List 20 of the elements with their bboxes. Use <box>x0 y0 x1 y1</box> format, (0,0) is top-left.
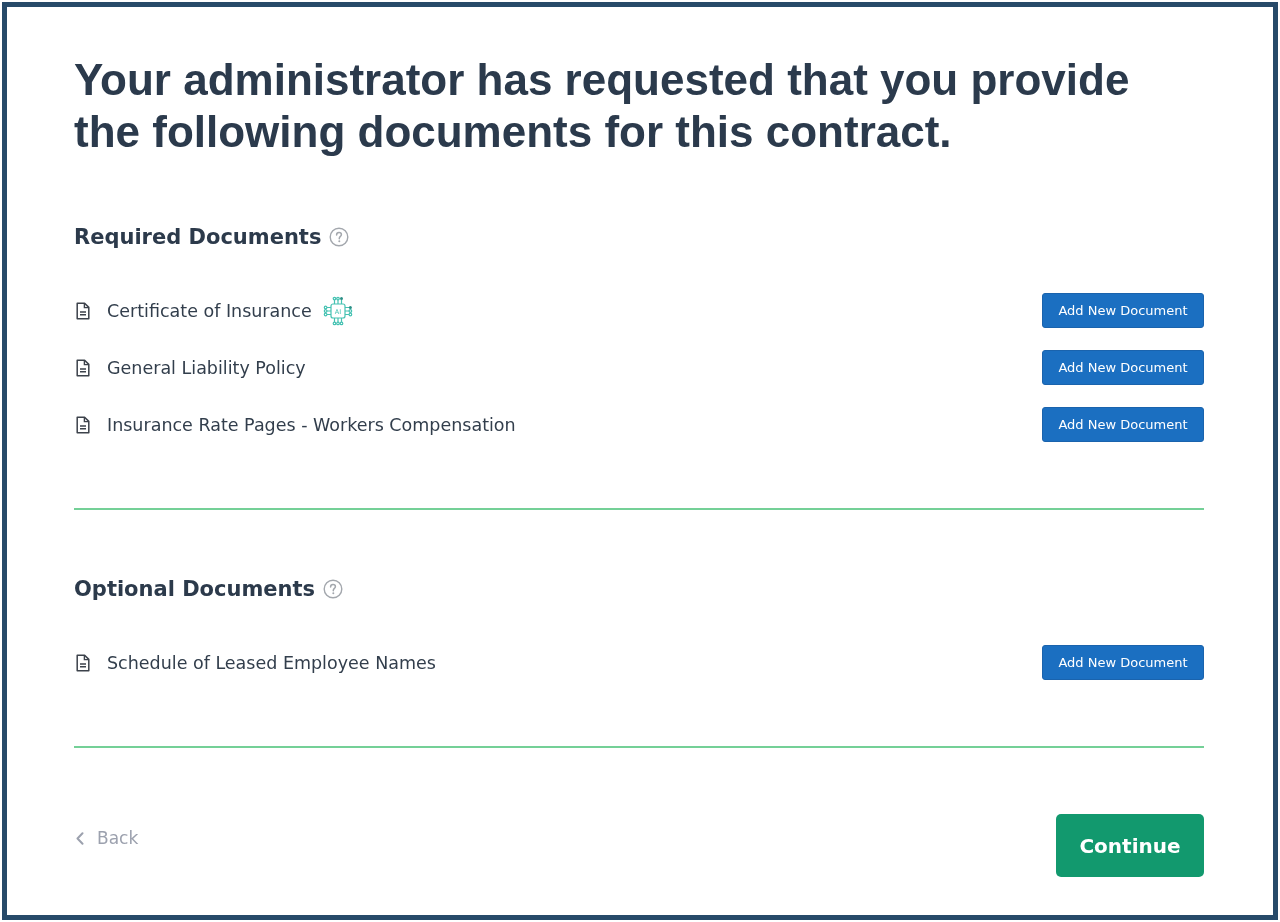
document-icon <box>76 653 90 672</box>
add-new-document-button[interactable]: Add New Document <box>1042 645 1204 680</box>
help-icon[interactable] <box>323 579 344 599</box>
document-name: Certificate of Insurance <box>107 300 312 321</box>
document-name: General Liability Policy <box>107 357 306 378</box>
document-icon <box>76 358 90 377</box>
page-heading: Your administrator has requested that you provide the following documents for this contract. <box>74 54 1131 158</box>
section-title: Required Documents <box>74 224 322 251</box>
section-title: Optional Documents <box>74 576 316 603</box>
add-new-document-button[interactable]: Add New Document <box>1042 407 1204 442</box>
continue-button[interactable]: Continue <box>1056 814 1204 877</box>
back-link[interactable]: Back <box>97 826 139 850</box>
document-name: Insurance Rate Pages - Workers Compensation <box>107 414 516 435</box>
document-icon <box>76 415 90 434</box>
add-new-document-button[interactable]: Add New Document <box>1042 350 1204 385</box>
chevron-left-icon[interactable] <box>76 831 84 845</box>
help-icon[interactable] <box>329 227 350 247</box>
document-icon <box>76 301 90 320</box>
add-new-document-button[interactable]: Add New Document <box>1042 293 1204 328</box>
document-name: Schedule of Leased Employee Names <box>107 652 436 673</box>
